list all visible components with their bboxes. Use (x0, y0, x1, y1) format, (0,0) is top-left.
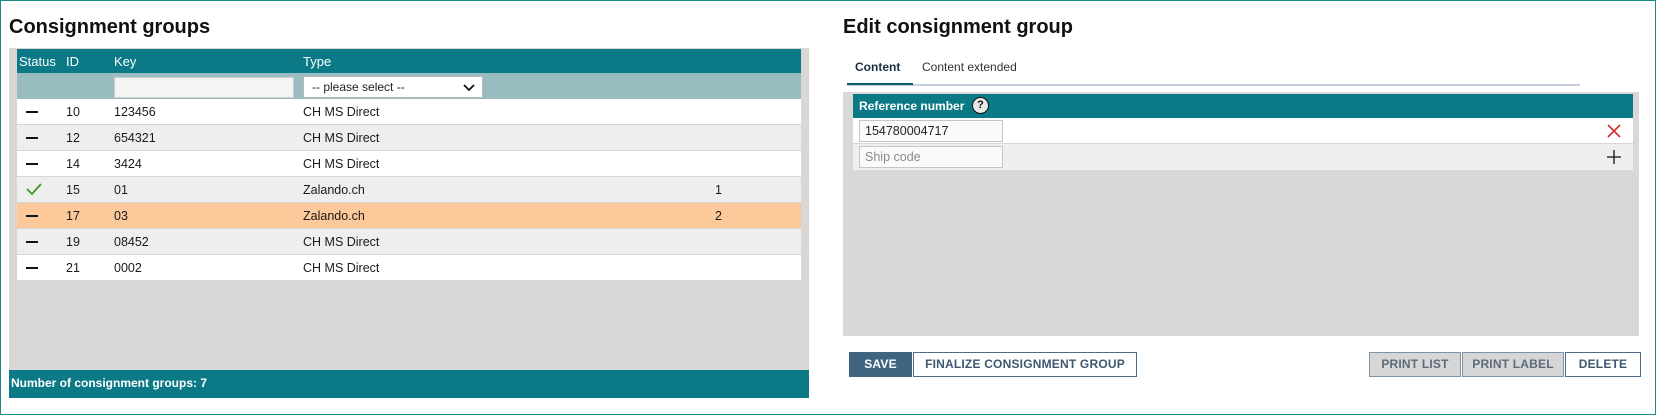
column-header-status[interactable]: Status (19, 54, 56, 69)
cell-key: 0002 (114, 261, 142, 275)
cell-type: CH MS Direct (303, 157, 380, 171)
finalize-consignment-group-button[interactable]: FINALIZE CONSIGNMENT GROUP (913, 352, 1137, 377)
type-filter-select[interactable]: -- please select -- (303, 76, 483, 98)
cell-id: 10 (66, 105, 80, 119)
cell-key: 654321 (114, 131, 156, 145)
dash-icon (26, 163, 38, 165)
cell-type: Zalando.ch (303, 183, 365, 197)
cell-count: 2 (715, 209, 722, 223)
cell-id: 21 (66, 261, 80, 275)
cell-key: 3424 (114, 157, 142, 171)
table-row[interactable]: 12 654321 CH MS Direct (17, 125, 801, 151)
remove-icon[interactable] (1607, 124, 1621, 138)
table-row[interactable]: 14 3424 CH MS Direct (17, 151, 801, 177)
tab-content[interactable]: Content (855, 60, 900, 74)
cell-type: CH MS Direct (303, 261, 380, 275)
consignment-groups-panel: Status ID Key Type -- please select -- 1… (9, 48, 809, 398)
table-row[interactable]: 21 0002 CH MS Direct (17, 255, 801, 281)
cell-type: CH MS Direct (303, 131, 380, 145)
cell-id: 19 (66, 235, 80, 249)
table-row[interactable]: 10 123456 CH MS Direct (17, 99, 801, 125)
column-header-id[interactable]: ID (66, 54, 79, 69)
cell-id: 14 (66, 157, 80, 171)
table-row[interactable]: 15 01 Zalando.ch 1 (17, 177, 801, 203)
print-label-button[interactable]: PRINT LABEL (1462, 352, 1564, 377)
consignment-groups-count: Number of consignment groups: 7 (9, 370, 809, 398)
cell-key: 03 (114, 209, 128, 223)
checkmark-icon (26, 183, 42, 196)
dash-icon (26, 267, 38, 269)
cell-id: 12 (66, 131, 80, 145)
delete-button[interactable]: DELETE (1565, 352, 1641, 377)
tab-content-extended[interactable]: Content extended (922, 60, 1017, 74)
table-row[interactable]: 19 08452 CH MS Direct (17, 229, 801, 255)
dash-icon (26, 215, 38, 217)
cell-count: 1 (715, 183, 722, 197)
reference-number-header: Reference number ? (853, 94, 1633, 118)
grid-rows: 10 123456 CH MS Direct 12 654321 CH MS Direct… (17, 99, 801, 281)
chevron-down-icon (463, 84, 475, 92)
cell-id: 17 (66, 209, 80, 223)
cell-id: 15 (66, 183, 80, 197)
edit-consignment-group-title: Edit consignment group (843, 16, 1073, 38)
reference-number-label: Reference number (859, 99, 965, 113)
cell-key: 08452 (114, 235, 149, 249)
grid-header: Status ID Key Type (17, 49, 801, 73)
cell-key: 01 (114, 183, 128, 197)
column-header-key[interactable]: Key (114, 54, 136, 69)
save-button[interactable]: SAVE (849, 352, 912, 377)
filter-row: -- please select -- (17, 73, 801, 99)
print-list-button[interactable]: PRINT LIST (1369, 352, 1461, 377)
question-circle-icon[interactable]: ? (972, 97, 989, 114)
cell-type: Zalando.ch (303, 209, 365, 223)
add-icon[interactable] (1607, 150, 1621, 164)
consignment-groups-grid: Status ID Key Type -- please select -- 1… (17, 49, 801, 281)
cell-key: 123456 (114, 105, 156, 119)
dash-icon (26, 137, 38, 139)
edit-content-panel: Reference number ? 154780004717 Ship cod… (843, 92, 1639, 336)
edit-tabs: Content Content extended (847, 54, 1580, 86)
new-reference-row: Ship code (853, 144, 1633, 170)
consignment-groups-title: Consignment groups (9, 16, 211, 38)
column-header-type[interactable]: Type (303, 54, 331, 69)
dash-icon (26, 111, 38, 113)
reference-number-input[interactable]: 154780004717 (859, 120, 1003, 142)
table-row[interactable]: 17 03 Zalando.ch 2 (17, 203, 801, 229)
dash-icon (26, 241, 38, 243)
reference-row: 154780004717 (853, 118, 1633, 144)
active-tab-indicator (847, 83, 913, 85)
cell-type: CH MS Direct (303, 235, 380, 249)
cell-type: CH MS Direct (303, 105, 380, 119)
ship-code-input[interactable]: Ship code (859, 146, 1003, 168)
key-filter-input[interactable] (114, 77, 294, 98)
type-filter-value: -- please select -- (312, 80, 405, 94)
